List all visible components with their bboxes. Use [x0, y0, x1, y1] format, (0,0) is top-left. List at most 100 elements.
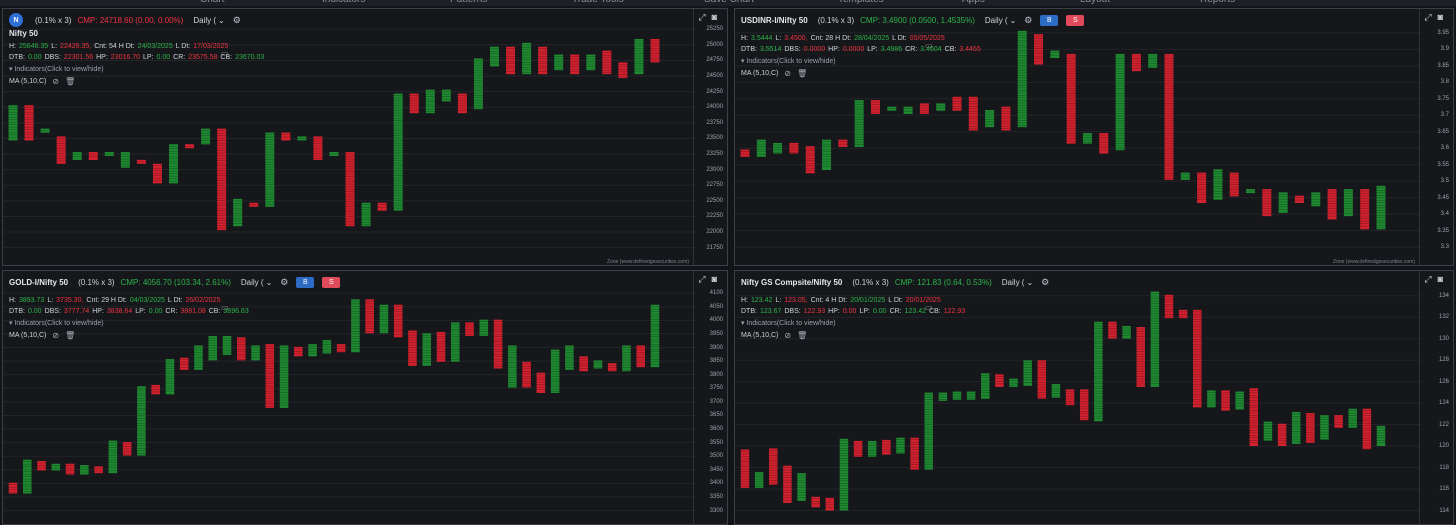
- trash-icon[interactable]: 🗑: [797, 331, 807, 340]
- o-column: [457, 93, 467, 114]
- panel-header: Nifty GS Compsite/Nifty 50 (0.1% x 3) CMP:…: [741, 273, 1049, 291]
- indicators-label: Indicators(Click to view/hide): [14, 320, 104, 327]
- price-tick-label: 3.95: [1437, 29, 1449, 36]
- x-column: [169, 144, 178, 184]
- price-tick-label: 132: [1438, 314, 1449, 321]
- buy-button[interactable]: B: [296, 276, 315, 288]
- x-column: [40, 128, 50, 133]
- o-column: [88, 152, 98, 160]
- comment-icon[interactable]: ▭: [221, 49, 229, 58]
- sell-button[interactable]: S: [322, 276, 341, 288]
- top-menu-item-indicators[interactable]: Indicators: [322, 0, 365, 5]
- comment-icon[interactable]: ▭: [221, 303, 229, 312]
- timeframe-select[interactable]: Daily (⌄: [241, 278, 272, 287]
- price-axis[interactable]: 134 132 130 128 126 124 122 120 118 116 114: [1419, 271, 1453, 524]
- gear-icon[interactable]: ⚙: [233, 15, 241, 26]
- price-tick-label: 3.3: [1440, 244, 1449, 251]
- o-column: [968, 96, 978, 131]
- timeframe-select[interactable]: Daily (⌄: [1002, 278, 1033, 287]
- x-column: [393, 93, 403, 211]
- top-menu-item-save-chart[interactable]: Save Chart: [704, 0, 754, 5]
- o-column: [650, 38, 660, 63]
- o-column: [1099, 133, 1109, 154]
- trash-icon[interactable]: 🗑: [797, 69, 807, 78]
- price-axis[interactable]: 25250 25000 24750 24500 24250 24000 23750 23500…: [693, 9, 727, 265]
- trash-icon[interactable]: 🗑: [65, 77, 75, 86]
- indicators-toggle[interactable]: ▾ Indicators(Click to view/hide): [9, 65, 104, 73]
- symbol-title[interactable]: Nifty GS Compsite/Nifty 50: [741, 278, 842, 287]
- o-column: [882, 439, 891, 455]
- eye-hidden-icon[interactable]: ⊘: [784, 69, 791, 78]
- top-menu-item-trade-tools[interactable]: Trade Tools: [572, 0, 624, 5]
- price-tick-label: 22750: [706, 182, 723, 189]
- sell-button[interactable]: S: [1066, 14, 1085, 26]
- gear-icon[interactable]: ⚙: [280, 277, 288, 288]
- comment-icon[interactable]: ▭: [925, 303, 933, 312]
- eye-hidden-icon[interactable]: ⊘: [52, 77, 59, 86]
- o-column: [618, 62, 628, 79]
- top-menu-item-layout[interactable]: Layout: [1080, 0, 1110, 5]
- stats-line-2-item: 0.00: [27, 54, 42, 61]
- ma-indicator-row: MA (5,10,C) ⊘ 🗑: [9, 331, 75, 340]
- price-tick-label: 120: [1438, 443, 1449, 450]
- top-menu-item-reports[interactable]: Reports: [1200, 0, 1235, 5]
- price-axis[interactable]: 4100 4050 4000 3950 3900 3850 3800 3750 3700 3650…: [693, 271, 727, 524]
- o-column: [1229, 172, 1239, 197]
- price-tick-label: 3550: [709, 439, 723, 446]
- timeframe-label: Daily (: [1001, 277, 1025, 287]
- eye-hidden-icon[interactable]: ⊘: [784, 331, 791, 340]
- top-menu-item-apps[interactable]: Apps: [962, 0, 985, 5]
- indicators-toggle[interactable]: ▾ Indicators(Click to view/hide): [741, 57, 836, 65]
- stats-line-2-item: CB:: [208, 308, 221, 315]
- timeframe-select[interactable]: Daily (⌄: [193, 16, 224, 25]
- chart-panel-nifty[interactable]: N (0.1% x 3) CMP: 24718.60 (0.00, 0.00%) Da…: [2, 8, 728, 266]
- o-column: [1197, 172, 1207, 203]
- x-column: [896, 437, 905, 454]
- chart-panel-gscompsite[interactable]: Nifty GS Compsite/Nifty 50 (0.1% x 3) CMP:…: [734, 270, 1454, 525]
- comment-icon[interactable]: ▭: [925, 41, 933, 50]
- stats-line-1-item: 20/01/2025: [850, 297, 886, 304]
- chart-panel-gold[interactable]: GOLD-I/Nifty 50 (0.1% x 3) CMP: 4056.70 (1…: [2, 270, 728, 525]
- x-column: [966, 391, 976, 400]
- chart-panel-usdinr[interactable]: USDINR-I/Nifty 50 (0.1% x 3) CMP: 3.4900 (…: [734, 8, 1454, 266]
- x-column: [137, 386, 146, 456]
- x-column: [265, 132, 275, 207]
- timeframe-select[interactable]: Daily (⌄: [985, 16, 1016, 25]
- stats-line-2-item: 3.5514: [759, 46, 782, 53]
- gear-icon[interactable]: ⚙: [1024, 15, 1032, 26]
- stats-line-1-item: 26/02/2025: [185, 297, 221, 304]
- x-column: [1320, 415, 1329, 440]
- symbol-title[interactable]: USDINR-I/Nifty 50: [741, 16, 808, 25]
- symbol-title[interactable]: GOLD-I/Nifty 50: [9, 278, 68, 287]
- x-column: [441, 89, 451, 102]
- x-column: [422, 333, 432, 366]
- indicators-toggle[interactable]: ▾ Indicators(Click to view/hide): [741, 319, 836, 327]
- price-tick-label: 3500: [709, 453, 723, 460]
- indicators-toggle[interactable]: ▾ Indicators(Click to view/hide): [9, 319, 104, 327]
- cmp-value: CMP: 3.4900 (0.0500, 1.4535%): [860, 15, 975, 25]
- gear-icon[interactable]: ⚙: [1041, 277, 1049, 288]
- buy-button[interactable]: B: [1040, 14, 1059, 26]
- zone-watermark: Zone (www.definedgesecurities.com): [607, 259, 689, 265]
- price-tick-label: 126: [1438, 378, 1449, 385]
- stats-line-2-item: 122.93: [943, 308, 966, 315]
- stats-line-2-item: HP:: [828, 46, 840, 53]
- top-menu-item-chart[interactable]: Chart: [200, 0, 224, 5]
- eye-hidden-icon[interactable]: ⊘: [52, 331, 59, 340]
- stats-line-2-item: 0.0000: [803, 46, 826, 53]
- x-column: [565, 345, 574, 370]
- o-column: [1164, 53, 1174, 180]
- x-column: [450, 322, 460, 362]
- trash-icon[interactable]: 🗑: [65, 331, 75, 340]
- box-multiplier: (0.1% x 3): [817, 15, 855, 25]
- stats-line-1-item: L:: [47, 297, 54, 304]
- price-axis[interactable]: 3.95 3.9 3.85 3.8 3.75 3.7 3.65 3.6 3.55 3.5 3.45 3…: [1419, 9, 1453, 265]
- x-column: [165, 359, 175, 395]
- x-column: [1376, 185, 1386, 230]
- x-column: [1291, 411, 1301, 444]
- x-column: [903, 106, 913, 114]
- top-menu-item-templates[interactable]: Templates: [838, 0, 884, 5]
- o-column: [365, 299, 374, 334]
- top-menu-item-patterns[interactable]: Patterns: [450, 0, 487, 5]
- price-tick-label: 3.4: [1440, 211, 1449, 218]
